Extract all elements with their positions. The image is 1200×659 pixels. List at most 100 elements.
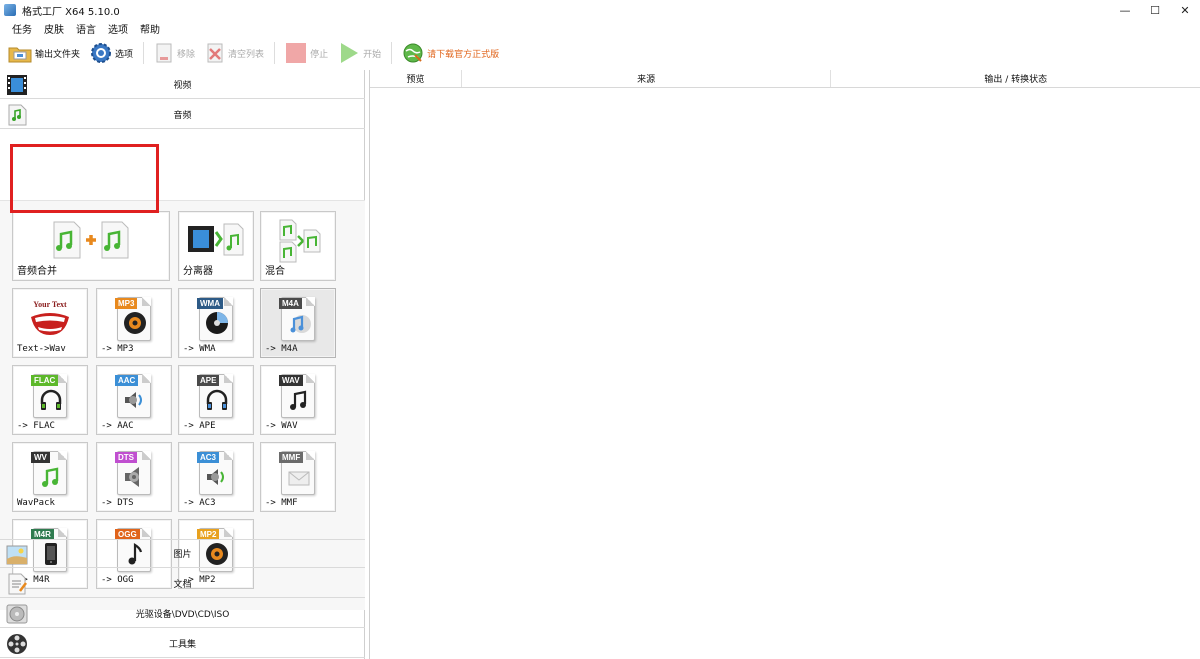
tile-label: -> MMF (265, 498, 298, 508)
category-panel: 视频 音频 音频合并 分离器 混合 Your Text Text->Wav MP… (0, 70, 365, 659)
speaker-icon (125, 392, 142, 408)
tile-m4a[interactable]: M4A -> M4A (260, 288, 336, 358)
your-text-label: Your Text (33, 300, 67, 309)
tile-label: -> APE (183, 421, 216, 431)
category-video[interactable]: 视频 (0, 70, 365, 99)
category-label: 工具集 (168, 639, 196, 650)
start-button[interactable]: 开始 (338, 39, 381, 67)
tile-ac3[interactable]: AC3 -> AC3 (178, 442, 254, 512)
category-label: 视频 (173, 80, 192, 91)
globe-icon (403, 43, 423, 63)
tile-wav[interactable]: WAV -> WAV (260, 365, 336, 435)
tile-flac[interactable]: FLAC -> FLAC (12, 365, 88, 435)
column-preview[interactable]: 预览 (370, 70, 462, 87)
minimize-button[interactable]: — (1110, 0, 1140, 20)
ape-file-icon: APE (195, 372, 237, 420)
format-badge: MP3 (115, 298, 138, 309)
music-note-icon (290, 390, 307, 410)
headphones-icon (206, 389, 228, 410)
category-label: 文档 (173, 579, 192, 590)
menu-language[interactable]: 语言 (76, 21, 96, 36)
tile-label: Text->Wav (17, 344, 66, 354)
menu-task[interactable]: 任务 (12, 21, 32, 36)
audio-file-icon (8, 104, 27, 126)
category-document[interactable]: 文档 (0, 569, 365, 598)
category-label: 音频 (173, 110, 192, 121)
tile-splitter[interactable]: 分离器 (178, 211, 254, 281)
tile-text-to-wav[interactable]: Your Text Text->Wav (12, 288, 88, 358)
format-badge: MMF (279, 452, 304, 463)
tile-label: 音频合并 (17, 266, 57, 277)
folder-icon (8, 47, 32, 63)
tile-label: -> WAV (265, 421, 298, 431)
wv-file-icon: WV (29, 449, 71, 497)
film-reel-icon (7, 634, 27, 654)
gear-icon (91, 43, 112, 63)
category-tools[interactable]: 工具集 (0, 629, 365, 658)
app-icon (4, 4, 16, 16)
mp3-file-icon: MP3 (113, 295, 155, 343)
category-image[interactable]: 图片 (0, 539, 365, 568)
menu-options[interactable]: 选项 (108, 21, 128, 36)
remove-button[interactable]: 移除 (154, 39, 195, 67)
merge-audio-icon (53, 221, 129, 259)
remove-icon (156, 43, 172, 63)
tile-mp3[interactable]: MP3 -> MP3 (96, 288, 172, 358)
toolbar: 输出文件夹 选项 移除 清空列表 停止 开始 请下载官方正式版 (0, 38, 1200, 68)
category-optical-drive[interactable]: 光驱设备\DVD\CD\ISO (0, 599, 365, 628)
format-badge: APE (197, 375, 220, 386)
tile-label: 分离器 (183, 266, 213, 277)
aac-file-icon: AAC (113, 372, 155, 420)
stop-button[interactable]: 停止 (285, 39, 328, 67)
speaker-icon (207, 469, 224, 485)
mix-icon (279, 219, 321, 263)
tile-mmf[interactable]: MMF -> MMF (260, 442, 336, 512)
tile-dts[interactable]: DTS -> DTS (96, 442, 172, 512)
toolbar-separator (274, 42, 276, 64)
task-table-header: 预览 来源 输出 / 转换状态 (370, 70, 1200, 88)
close-button[interactable]: ✕ (1170, 0, 1200, 20)
document-icon (8, 573, 27, 595)
output-folder-button[interactable]: 输出文件夹 (8, 39, 80, 67)
tile-aac[interactable]: AAC -> AAC (96, 365, 172, 435)
column-source[interactable]: 来源 (462, 70, 832, 87)
category-audio[interactable]: 音频 (0, 100, 365, 129)
mmf-file-icon: MMF (277, 449, 319, 497)
format-badge: AAC (115, 375, 139, 386)
wav-file-icon: WAV (277, 372, 319, 420)
music-note-icon (42, 467, 59, 487)
column-output-status[interactable]: 输出 / 转换状态 (831, 70, 1200, 87)
picture-icon (6, 545, 28, 565)
film-icon (7, 75, 27, 95)
format-badge: AC3 (197, 452, 220, 463)
tile-audio-merge[interactable]: 音频合并 (12, 211, 170, 281)
speaker-icon (125, 467, 139, 487)
format-badge: WV (31, 452, 50, 463)
tile-label: -> DTS (101, 498, 134, 508)
task-list-body[interactable] (370, 89, 1200, 659)
tile-wavpack[interactable]: WV WavPack (12, 442, 88, 512)
options-button[interactable]: 选项 (90, 39, 133, 67)
format-badge: WMA (197, 298, 223, 309)
speaking-mouth-icon: Your Text (31, 300, 69, 335)
format-badge: FLAC (31, 375, 59, 386)
task-list-panel: 预览 来源 输出 / 转换状态 (369, 70, 1200, 659)
flac-file-icon: FLAC (29, 372, 71, 420)
tile-wma[interactable]: WMA -> WMA (178, 288, 254, 358)
splitter-icon (188, 223, 244, 256)
maximize-button[interactable]: ☐ (1140, 0, 1170, 20)
download-official-link[interactable]: 请下载官方正式版 (402, 39, 499, 67)
tile-label: WavPack (17, 498, 55, 508)
m4a-file-icon: M4A (277, 295, 319, 343)
speaker-icon (124, 312, 146, 334)
clear-icon (207, 43, 223, 63)
ac3-file-icon: AC3 (195, 449, 237, 497)
tile-mix[interactable]: 混合 (260, 211, 336, 281)
toolbar-separator (143, 42, 145, 64)
music-note-icon (290, 315, 311, 333)
category-label: 光驱设备\DVD\CD\ISO (135, 609, 230, 620)
tile-ape[interactable]: APE -> APE (178, 365, 254, 435)
menu-skin[interactable]: 皮肤 (44, 21, 64, 36)
clear-list-button[interactable]: 清空列表 (205, 39, 264, 67)
menu-help[interactable]: 帮助 (140, 21, 160, 36)
